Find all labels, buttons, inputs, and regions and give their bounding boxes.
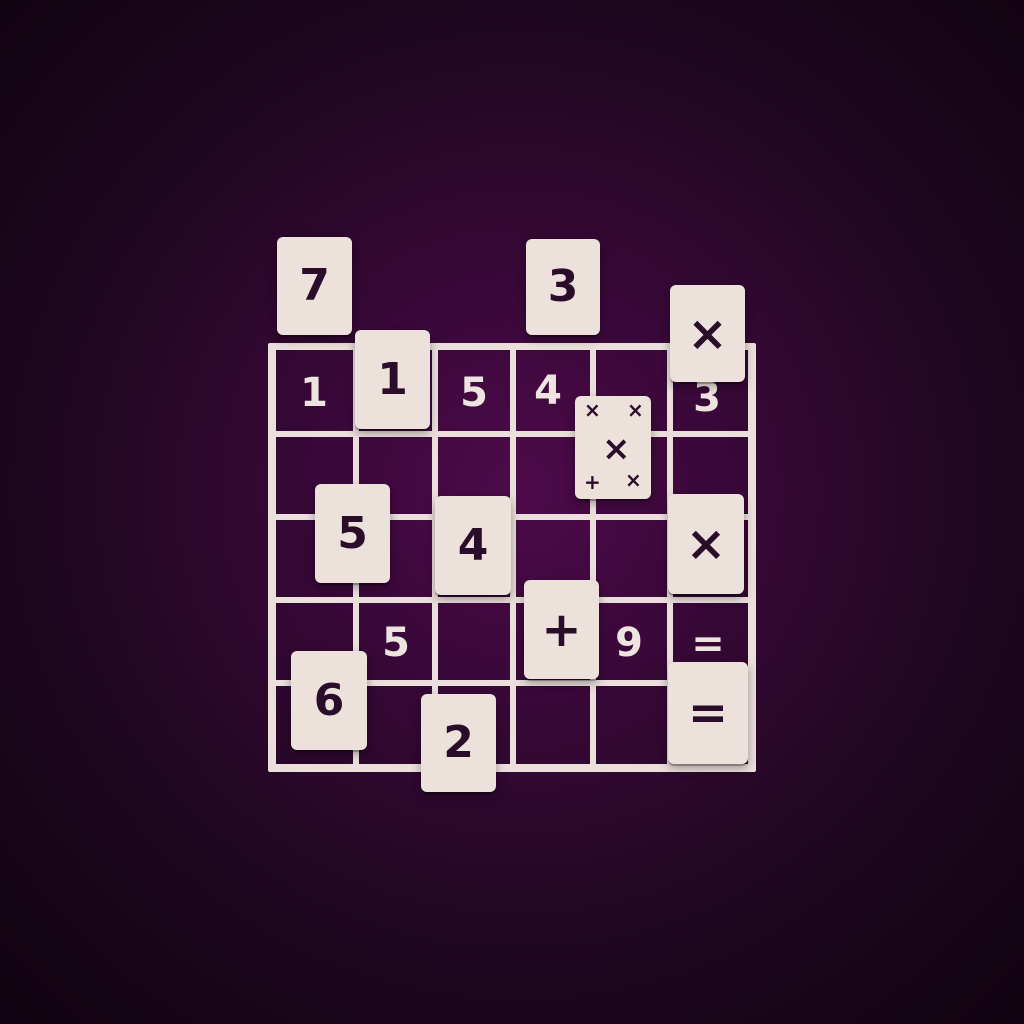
tile-6[interactable]: 6 <box>291 651 367 750</box>
tile-4-face: 4 <box>457 519 489 571</box>
tile-3-face: 3 <box>547 261 579 312</box>
tile-equals[interactable]: = <box>668 662 748 764</box>
tile-multiply-face: × <box>687 305 728 362</box>
tile-equals-face: = <box>687 685 729 741</box>
tile-1-face: 1 <box>377 353 408 405</box>
tile-2[interactable]: 2 <box>421 694 496 792</box>
cell-digit-r4c2: 5 <box>382 620 410 666</box>
cell-digit-r1c1: 1 <box>300 370 328 416</box>
tile-2-face: 2 <box>443 717 474 768</box>
tile-6-face: 6 <box>313 674 345 726</box>
wild-center: × <box>602 429 631 469</box>
tile-1[interactable]: 1 <box>355 330 430 429</box>
cell-digit-r1c6: 3 <box>693 375 721 421</box>
game-board-stage: 1 5 4 3 5 9 = 7 3 × 1 × × × + × 5 4 × + … <box>0 0 1024 1024</box>
cell-digit-r1c4: 4 <box>534 368 562 414</box>
wild-corner-top-left: × <box>584 398 601 422</box>
tile-plus-face: + <box>541 601 582 658</box>
tile-multiply-2[interactable]: × <box>668 494 744 594</box>
cell-digit-r1c3: 5 <box>460 370 488 416</box>
tile-4[interactable]: 4 <box>435 496 511 595</box>
tile-7-face: 7 <box>299 260 330 311</box>
wild-corner-bottom-right: × <box>625 468 642 492</box>
tile-plus[interactable]: + <box>524 580 599 679</box>
tile-3[interactable]: 3 <box>526 239 600 335</box>
cell-digit-r4c5: 9 <box>615 620 643 666</box>
tile-5-face: 5 <box>337 507 368 559</box>
wild-corner-bottom-left: + <box>584 470 601 494</box>
grid-line-v1 <box>268 343 276 772</box>
wild-corner-top-right: × <box>627 398 644 422</box>
cell-digit-r4c6: = <box>691 621 725 667</box>
tile-multiply[interactable]: × <box>670 285 745 382</box>
tile-multiply-2-face: × <box>685 516 727 572</box>
grid-line-v7 <box>748 343 756 772</box>
tile-7[interactable]: 7 <box>277 237 352 335</box>
tile-5[interactable]: 5 <box>315 484 390 583</box>
tile-wild[interactable]: × × × + × <box>575 396 651 499</box>
